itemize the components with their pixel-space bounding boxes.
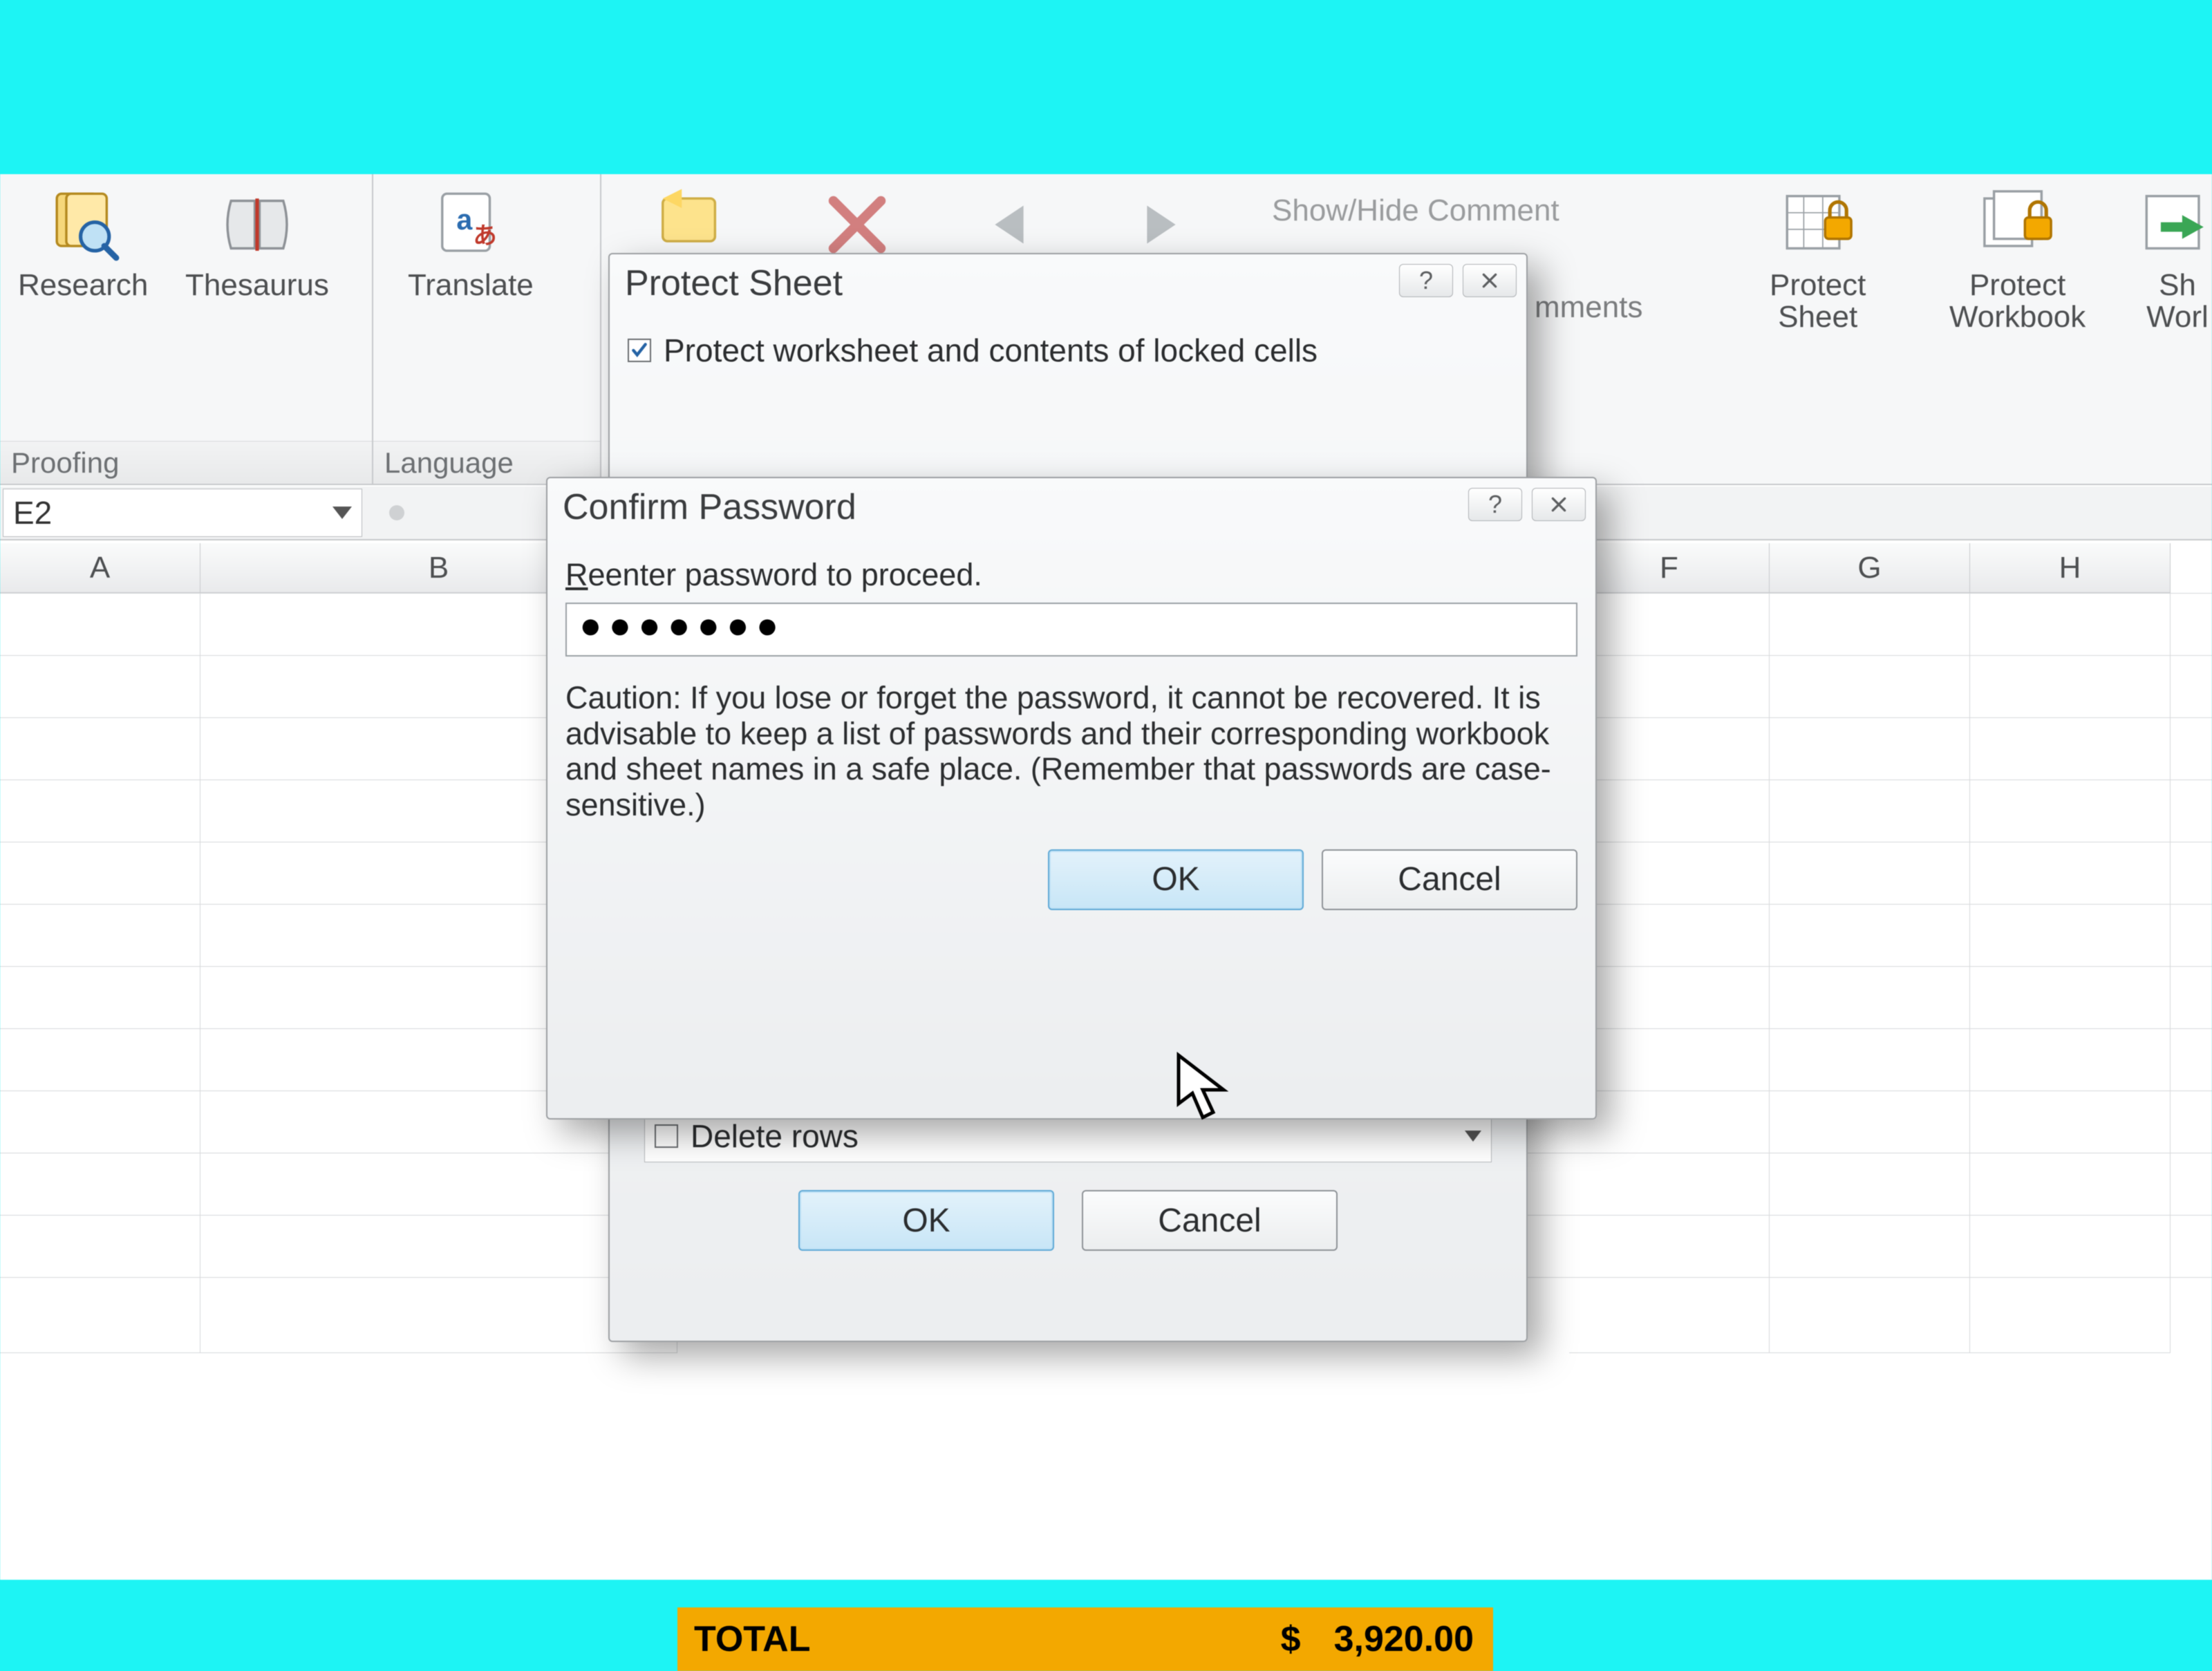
svg-text:a: a: [456, 204, 473, 236]
checkbox-icon: [628, 339, 651, 362]
password-value: ●●●●●●●: [579, 605, 785, 646]
thesaurus-icon: [216, 187, 299, 263]
col-header-F[interactable]: F: [1569, 543, 1770, 593]
thesaurus-button[interactable]: Thesaurus: [185, 187, 329, 301]
research-button[interactable]: Research: [18, 187, 148, 301]
confirm-password-title: Confirm Password: [547, 478, 1595, 536]
research-icon: [41, 187, 124, 263]
total-amount: 3,920.00: [1334, 1618, 1474, 1660]
close-icon: [1550, 495, 1568, 513]
next-comment-button[interactable]: [1120, 187, 1203, 263]
help-icon: ?: [1419, 266, 1433, 295]
arrow-left-icon: [968, 187, 1051, 263]
research-label: Research: [18, 270, 148, 301]
svg-text:あ: あ: [473, 223, 496, 249]
previous-comment-button[interactable]: [968, 187, 1051, 263]
help-button[interactable]: ?: [1399, 264, 1453, 297]
reenter-prompt: eenter password to proceed.: [588, 557, 982, 592]
protect-sheet-button[interactable]: Protect Sheet: [1770, 187, 1866, 333]
proofing-group-label: Proofing: [0, 441, 372, 484]
protect-sheet-icon: [1777, 187, 1859, 263]
help-button[interactable]: ?: [1468, 488, 1522, 521]
name-box[interactable]: E2: [3, 489, 362, 537]
arrow-right-icon: [1120, 187, 1203, 263]
total-row[interactable]: TOTAL $ 3,920.00: [677, 1607, 1493, 1671]
help-icon: ?: [1488, 490, 1502, 519]
note-icon: [650, 187, 733, 263]
col-header-H[interactable]: H: [1970, 543, 2171, 593]
chevron-down-icon: [332, 507, 352, 519]
close-button[interactable]: [1532, 488, 1586, 521]
share-workbook-label: Sh Worl: [2146, 270, 2209, 333]
close-button[interactable]: [1463, 264, 1517, 297]
ribbon-group-language: a あ Translate Language: [373, 174, 601, 484]
protect-workbook-button[interactable]: Protect Workbook: [1949, 187, 2086, 333]
show-hide-comment-button[interactable]: Show/Hide Comment: [1272, 193, 1559, 228]
translate-button[interactable]: a あ Translate: [408, 187, 534, 301]
protect-contents-label: Protect worksheet and contents of locked…: [664, 332, 1318, 369]
col-header-G[interactable]: G: [1770, 543, 1970, 593]
share-workbook-button[interactable]: Sh Worl: [2136, 187, 2212, 333]
ribbon-group-protect: Protect Sheet Protect Workbook Sh Worl: [1749, 174, 2212, 484]
new-comment-button[interactable]: [650, 187, 733, 263]
name-box-value: E2: [13, 494, 52, 531]
protect-workbook-icon: [1976, 187, 2059, 263]
protect-cancel-button[interactable]: Cancel: [1082, 1190, 1338, 1251]
protect-workbook-label: Protect Workbook: [1949, 270, 2086, 333]
translate-icon: a あ: [429, 187, 512, 263]
total-label: TOTAL: [694, 1618, 811, 1660]
col-header-A[interactable]: A: [0, 543, 200, 593]
checkbox-icon: [655, 1124, 678, 1148]
protect-sheet-label: Protect Sheet: [1770, 270, 1866, 333]
thesaurus-label: Thesaurus: [185, 270, 329, 301]
protect-sheet-title: Protect Sheet: [610, 254, 1526, 312]
confirm-password-dialog: Confirm Password ? Reenter password to p…: [546, 477, 1597, 1120]
fx-indicator: [376, 492, 418, 534]
chevron-down-icon: [1465, 1131, 1481, 1142]
delete-rows-label: Delete rows: [691, 1117, 859, 1155]
total-currency: $: [1281, 1618, 1301, 1660]
share-icon: [2136, 187, 2212, 263]
confirm-ok-button[interactable]: OK: [1048, 849, 1304, 910]
confirm-cancel-button[interactable]: Cancel: [1322, 849, 1577, 910]
protect-ok-button[interactable]: OK: [798, 1190, 1054, 1251]
comments-label-partial: mments: [1535, 290, 1642, 325]
delete-comment-button[interactable]: [816, 187, 899, 263]
translate-label: Translate: [408, 270, 534, 301]
ribbon-group-proofing: Research Thesaurus Proofing: [0, 174, 373, 484]
caution-text: Caution: If you lose or forget the passw…: [565, 680, 1577, 823]
delete-icon: [816, 187, 899, 263]
close-icon: [1481, 272, 1499, 290]
protect-contents-checkbox[interactable]: Protect worksheet and contents of locked…: [628, 332, 1508, 369]
password-input[interactable]: ●●●●●●●: [565, 603, 1577, 657]
